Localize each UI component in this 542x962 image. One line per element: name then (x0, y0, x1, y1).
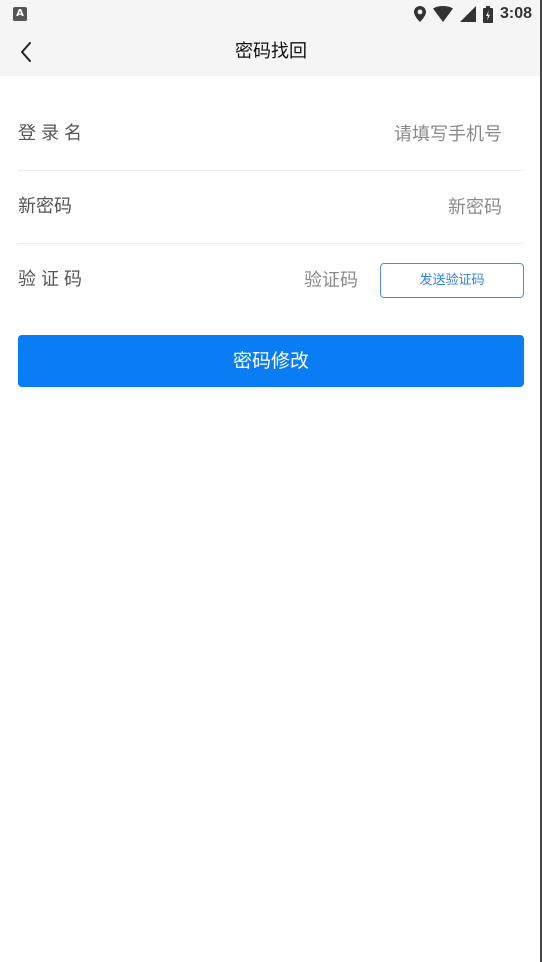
battery-icon (482, 5, 493, 23)
status-bar: A 3:08 (0, 0, 542, 28)
verification-code-input[interactable] (198, 264, 358, 296)
page-title: 密码找回 (235, 41, 307, 62)
app-notification-icon: A (13, 7, 27, 21)
phone-input[interactable] (202, 118, 502, 150)
new-password-label: 新密码 (18, 196, 72, 217)
status-time: 3:08 (499, 5, 532, 22)
login-row: 登录名 (18, 98, 524, 171)
status-icons: 3:08 (413, 4, 532, 24)
app-bar: 密码找回 (0, 28, 542, 76)
code-row: 验证码 发送验证码 (18, 244, 524, 316)
code-label: 验证码 (18, 269, 87, 290)
login-label: 登录名 (18, 123, 87, 144)
wifi-icon (432, 6, 453, 22)
password-reset-form: 登录名 新密码 验证码 发送验证码 (18, 98, 524, 316)
location-icon (413, 6, 426, 22)
new-password-input[interactable] (202, 191, 502, 223)
cell-signal-icon (459, 6, 476, 22)
send-code-button[interactable]: 发送验证码 (380, 263, 524, 298)
change-password-button[interactable]: 密码修改 (18, 335, 524, 387)
new-password-row: 新密码 (18, 171, 524, 244)
